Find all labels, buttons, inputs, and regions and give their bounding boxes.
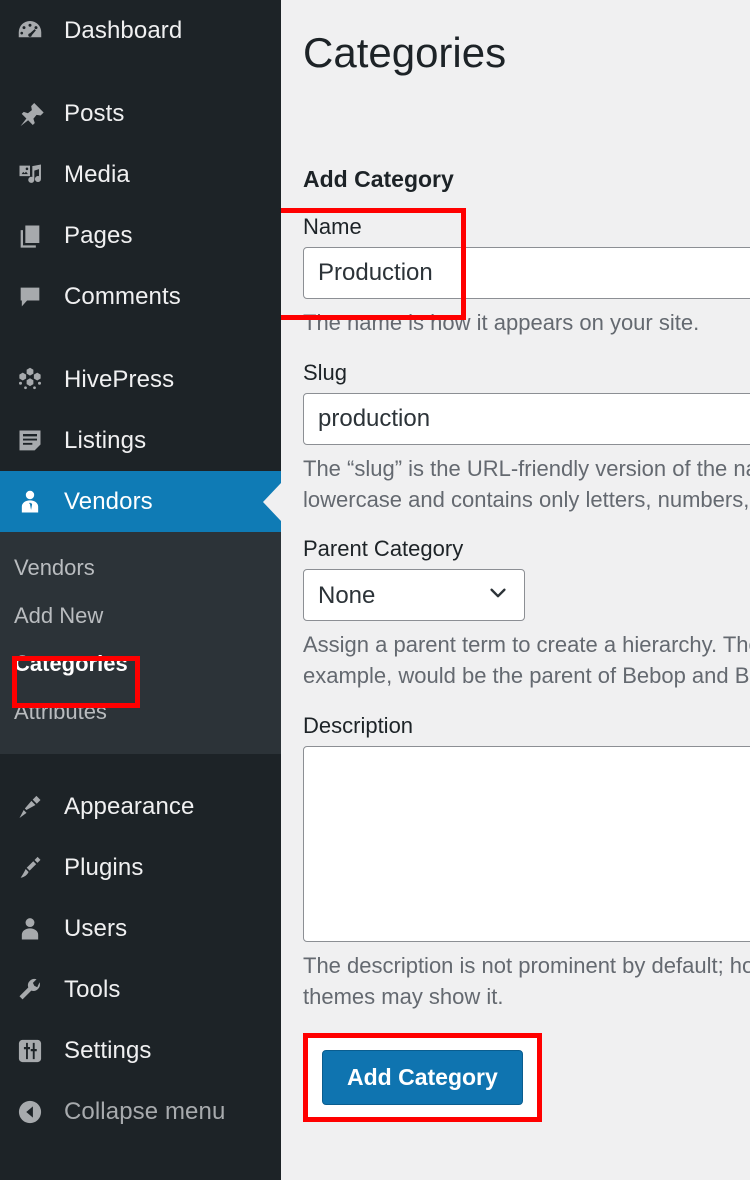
sidebar-item-settings[interactable]: Settings [0,1020,281,1081]
page-title: Categories [303,22,750,78]
main-content: Categories Add Category Name The name is… [281,0,750,1180]
sidebar-item-comments[interactable]: Comments [0,266,281,327]
sidebar-item-label: Dashboard [64,17,182,45]
comment-icon [12,279,48,315]
submit-row: Add Category [303,1033,750,1122]
sidebar-item-tools[interactable]: Tools [0,959,281,1020]
dashboard-icon [12,13,48,49]
parent-category-help-text: Assign a parent term to create a hierarc… [303,629,750,691]
sidebar-item-plugins[interactable]: Plugins [0,837,281,898]
sidebar-item-label: HivePress [64,366,174,394]
sidebar-item-dashboard[interactable]: Dashboard [0,0,281,61]
slug-help-text: The “slug” is the URL-friendly version o… [303,453,750,515]
sidebar-item-users[interactable]: Users [0,898,281,959]
name-help-text: The name is how it appears on your site. [303,307,750,338]
sidebar-item-label: Comments [64,283,181,311]
submenu-item-attributes[interactable]: Attributes [0,688,281,736]
add-category-heading: Add Category [303,166,750,193]
listings-icon [12,423,48,459]
sidebar-item-label: Settings [64,1037,152,1065]
sidebar-item-label: Listings [64,427,146,455]
sliders-icon [12,1033,48,1069]
name-input[interactable] [303,247,750,299]
brush-icon [12,789,48,825]
vendors-submenu: Vendors Add New Categories Attributes [0,532,281,754]
sidebar-item-label: Vendors [64,488,153,516]
sidebar-item-label: Tools [64,976,121,1004]
vendor-user-icon [12,484,48,520]
description-textarea[interactable] [303,746,750,942]
pages-icon [12,218,48,254]
sidebar-item-media[interactable]: Media [0,144,281,205]
wordpress-admin-screen: Dashboard Posts Media [0,0,750,1180]
sidebar-item-label: Posts [64,100,125,128]
submenu-item-add-new[interactable]: Add New [0,592,281,640]
slug-label: Slug [303,360,750,386]
hivepress-icon [12,362,48,398]
parent-category-label: Parent Category [303,536,750,562]
description-help-text: The description is not prominent by defa… [303,950,750,1012]
sidebar-item-label: Pages [64,222,133,250]
collapse-arrow-icon [12,1094,48,1130]
sidebar-item-appearance[interactable]: Appearance [0,776,281,837]
sidebar-item-label: Plugins [64,854,143,882]
parent-category-select[interactable]: None [303,569,525,621]
submenu-item-categories[interactable]: Categories [0,640,281,688]
slug-field-group: Slug The “slug” is the URL-friendly vers… [303,360,750,515]
description-label: Description [303,713,750,739]
sidebar-item-label: Users [64,915,127,943]
plug-icon [12,850,48,886]
name-field-group: Name The name is how it appears on your … [303,214,750,338]
media-icon [12,157,48,193]
parent-category-field-group: Parent Category None Assign a parent ter… [303,536,750,691]
wrench-icon [12,972,48,1008]
sidebar-item-hivepress[interactable]: HivePress [0,349,281,410]
sidebar-item-listings[interactable]: Listings [0,410,281,471]
annotation-box-add-category-button: Add Category [303,1033,542,1122]
admin-sidebar: Dashboard Posts Media [0,0,281,1180]
add-category-button[interactable]: Add Category [322,1050,523,1105]
sidebar-item-vendors[interactable]: Vendors [0,471,281,532]
submenu-item-vendors[interactable]: Vendors [0,544,281,592]
current-menu-arrow-icon [263,483,281,521]
sidebar-divider [0,754,281,776]
sidebar-item-pages[interactable]: Pages [0,205,281,266]
sidebar-item-label: Appearance [64,793,194,821]
description-field-group: Description The description is not promi… [303,713,750,1012]
sidebar-item-label: Collapse menu [64,1098,225,1126]
user-icon [12,911,48,947]
sidebar-divider [0,61,281,83]
sidebar-item-posts[interactable]: Posts [0,83,281,144]
parent-category-select-wrap: None [303,569,525,621]
name-label: Name [303,214,750,240]
sidebar-item-label: Media [64,161,130,189]
sidebar-divider [0,327,281,349]
pin-icon [12,96,48,132]
slug-input[interactable] [303,393,750,445]
sidebar-item-collapse-menu[interactable]: Collapse menu [0,1081,281,1142]
